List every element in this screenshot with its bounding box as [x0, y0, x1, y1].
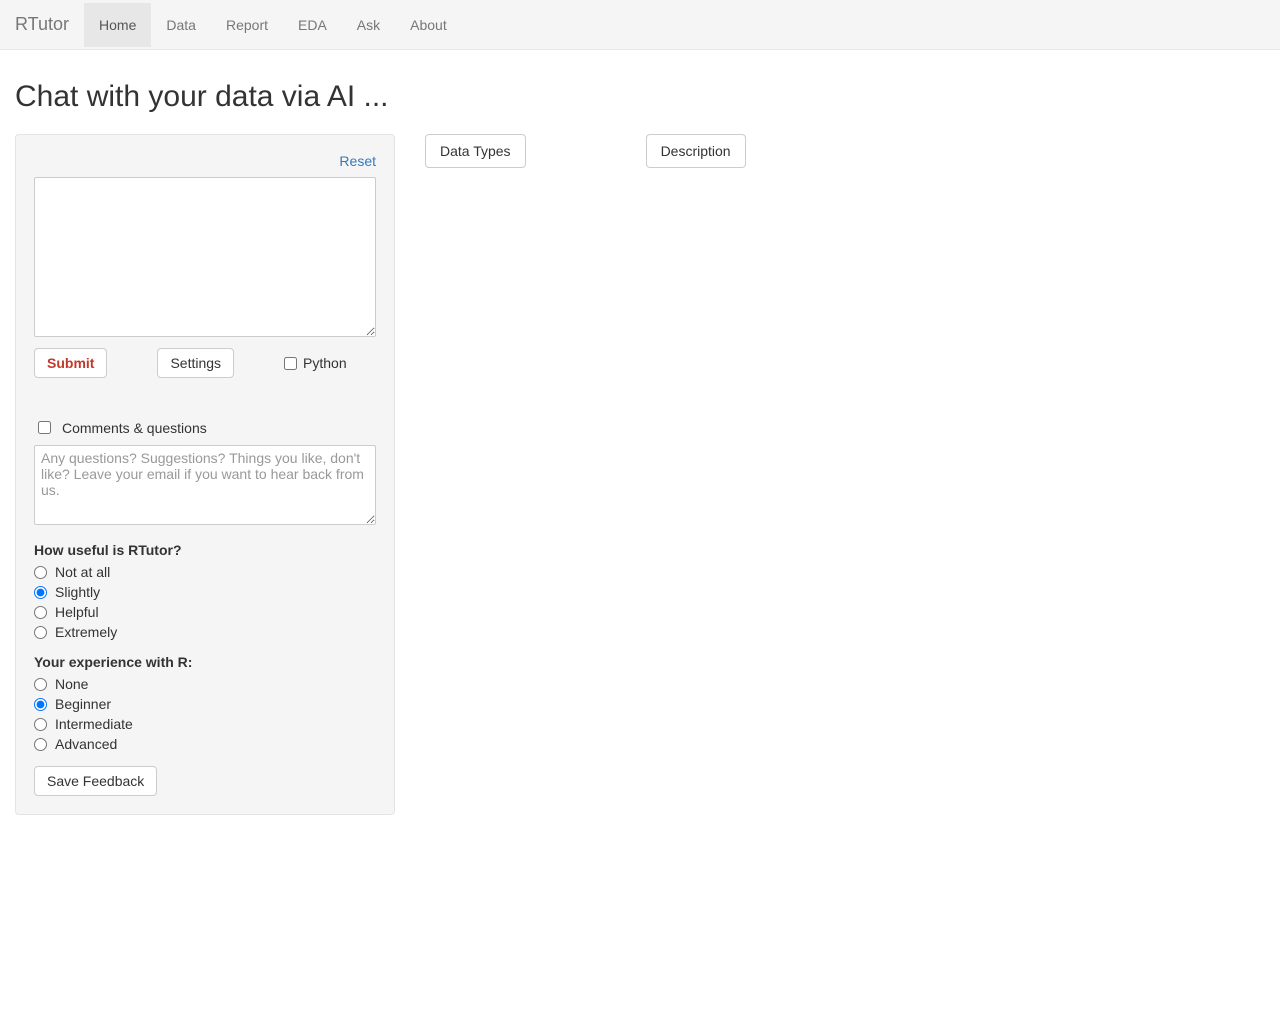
- useful-radio-0[interactable]: [34, 566, 47, 579]
- useful-radio-1[interactable]: [34, 586, 47, 599]
- nav-tabs: Home Data Report EDA Ask About: [84, 3, 462, 47]
- nav-tab-data[interactable]: Data: [151, 3, 211, 47]
- useful-option-0[interactable]: Not at all: [34, 564, 376, 580]
- experience-label-1: Beginner: [55, 696, 111, 712]
- useful-label-3: Extremely: [55, 624, 117, 640]
- experience-label-0: None: [55, 676, 88, 692]
- nav-tab-home[interactable]: Home: [84, 3, 151, 47]
- comments-checkbox-label: Comments & questions: [62, 420, 207, 436]
- experience-radio-group: None Beginner Intermediate Advanced: [34, 676, 376, 752]
- save-feedback-button[interactable]: Save Feedback: [34, 766, 157, 796]
- experience-radio-2[interactable]: [34, 718, 47, 731]
- python-checkbox[interactable]: [284, 357, 297, 370]
- experience-option-2[interactable]: Intermediate: [34, 716, 376, 732]
- experience-radio-3[interactable]: [34, 738, 47, 751]
- chat-input[interactable]: [34, 177, 376, 337]
- comments-input[interactable]: [34, 445, 376, 525]
- useful-radio-group: Not at all Slightly Helpful Extremely: [34, 564, 376, 640]
- useful-option-1[interactable]: Slightly: [34, 584, 376, 600]
- useful-label-1: Slightly: [55, 584, 100, 600]
- experience-radio-0[interactable]: [34, 678, 47, 691]
- settings-button[interactable]: Settings: [157, 348, 234, 378]
- reset-link[interactable]: Reset: [339, 153, 376, 169]
- navbar: RTutor Home Data Report EDA Ask About: [0, 0, 1280, 50]
- experience-option-0[interactable]: None: [34, 676, 376, 692]
- comments-checkbox[interactable]: [38, 421, 51, 434]
- useful-radio-3[interactable]: [34, 626, 47, 639]
- useful-option-2[interactable]: Helpful: [34, 604, 376, 620]
- nav-tab-ask[interactable]: Ask: [342, 3, 395, 47]
- sidebar-panel: Reset Submit Settings Python Comments & …: [15, 134, 395, 815]
- nav-tab-eda[interactable]: EDA: [283, 3, 342, 47]
- experience-option-1[interactable]: Beginner: [34, 696, 376, 712]
- experience-label-3: Advanced: [55, 736, 117, 752]
- experience-option-3[interactable]: Advanced: [34, 736, 376, 752]
- useful-label-0: Not at all: [55, 564, 110, 580]
- page-container: Chat with your data via AI ... Reset Sub…: [0, 50, 1280, 825]
- useful-question-label: How useful is RTutor?: [34, 542, 376, 558]
- submit-button[interactable]: Submit: [34, 348, 107, 378]
- nav-tab-report[interactable]: Report: [211, 3, 283, 47]
- experience-radio-1[interactable]: [34, 698, 47, 711]
- useful-radio-2[interactable]: [34, 606, 47, 619]
- python-label: Python: [303, 355, 347, 371]
- description-button[interactable]: Description: [646, 134, 746, 168]
- experience-question-label: Your experience with R:: [34, 654, 376, 670]
- useful-label-2: Helpful: [55, 604, 99, 620]
- useful-option-3[interactable]: Extremely: [34, 624, 376, 640]
- main-row: Reset Submit Settings Python Comments & …: [15, 134, 1265, 815]
- data-types-button[interactable]: Data Types: [425, 134, 526, 168]
- experience-label-2: Intermediate: [55, 716, 133, 732]
- nav-tab-about[interactable]: About: [395, 3, 462, 47]
- python-checkbox-wrap[interactable]: Python: [284, 355, 347, 371]
- navbar-brand: RTutor: [0, 0, 84, 49]
- main-panel: Data Types Description: [415, 134, 1265, 168]
- page-title: Chat with your data via AI ...: [15, 80, 1265, 114]
